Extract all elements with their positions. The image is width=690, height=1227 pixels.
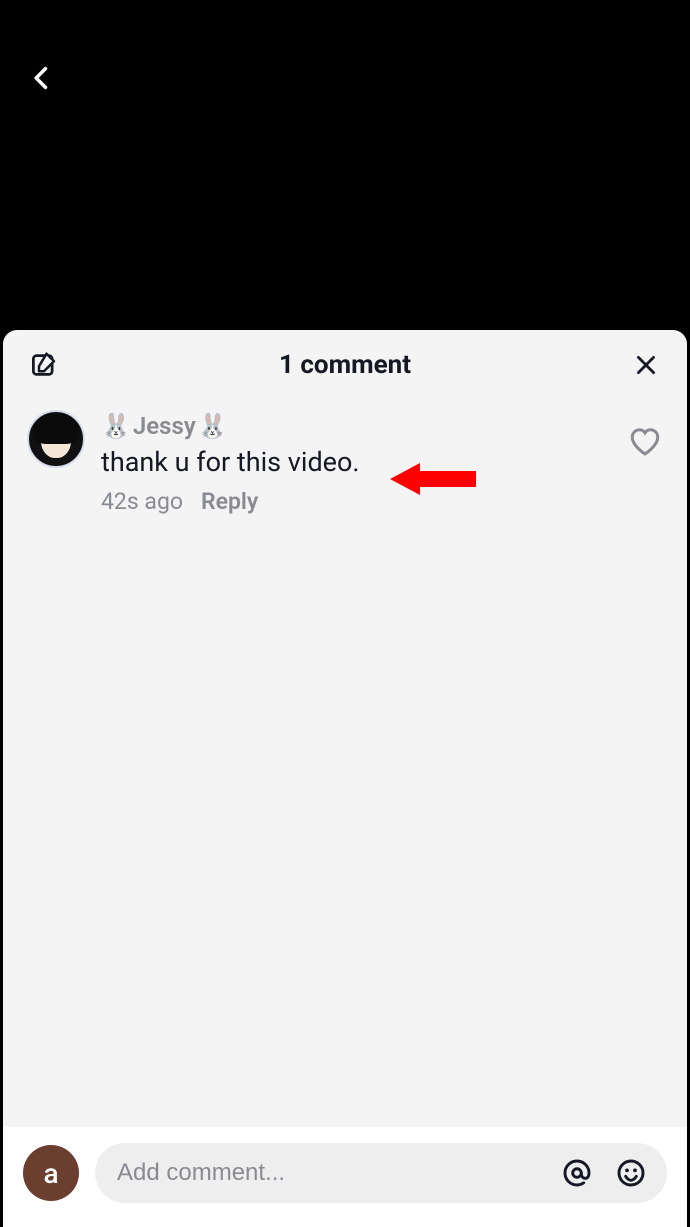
- compose-button[interactable]: [27, 348, 61, 382]
- video-background: [0, 0, 690, 330]
- comment-time: 42s ago: [101, 488, 183, 515]
- at-icon: [561, 1157, 593, 1189]
- self-avatar[interactable]: a: [23, 1145, 79, 1201]
- compose-icon: [29, 350, 59, 380]
- emoji-button[interactable]: [609, 1151, 653, 1195]
- close-button[interactable]: [629, 348, 663, 382]
- comment-input[interactable]: [117, 1159, 545, 1187]
- bunny-icon: 🐰: [198, 414, 228, 438]
- comment-composer: a: [3, 1127, 687, 1227]
- sheet-title: 1 comment: [279, 350, 411, 380]
- bunny-icon: 🐰: [101, 414, 131, 438]
- heart-icon: [627, 424, 663, 460]
- reply-button[interactable]: Reply: [201, 488, 258, 515]
- chevron-left-icon: [28, 64, 56, 92]
- comment-text: thank u for this video.: [101, 444, 603, 480]
- username-text: Jessy: [133, 412, 196, 440]
- comment-item[interactable]: 🐰 Jessy 🐰 thank u for this video. 42s ag…: [27, 410, 663, 515]
- comments-sheet: 1 comment 🐰 Jessy 🐰 thank u for this vid…: [3, 330, 687, 1227]
- comment-body: 🐰 Jessy 🐰 thank u for this video. 42s ag…: [101, 410, 603, 515]
- smiley-icon: [615, 1157, 647, 1189]
- mention-button[interactable]: [555, 1151, 599, 1195]
- back-button[interactable]: [22, 58, 62, 98]
- sheet-header: 1 comment: [3, 330, 687, 396]
- commenter-avatar[interactable]: [27, 410, 85, 468]
- comments-list: 🐰 Jessy 🐰 thank u for this video. 42s ag…: [3, 396, 687, 1127]
- comment-meta: 42s ago Reply: [101, 488, 603, 515]
- compose-field[interactable]: [95, 1143, 667, 1203]
- commenter-username[interactable]: 🐰 Jessy 🐰: [101, 412, 603, 440]
- like-button[interactable]: [619, 410, 663, 464]
- close-icon: [633, 352, 659, 378]
